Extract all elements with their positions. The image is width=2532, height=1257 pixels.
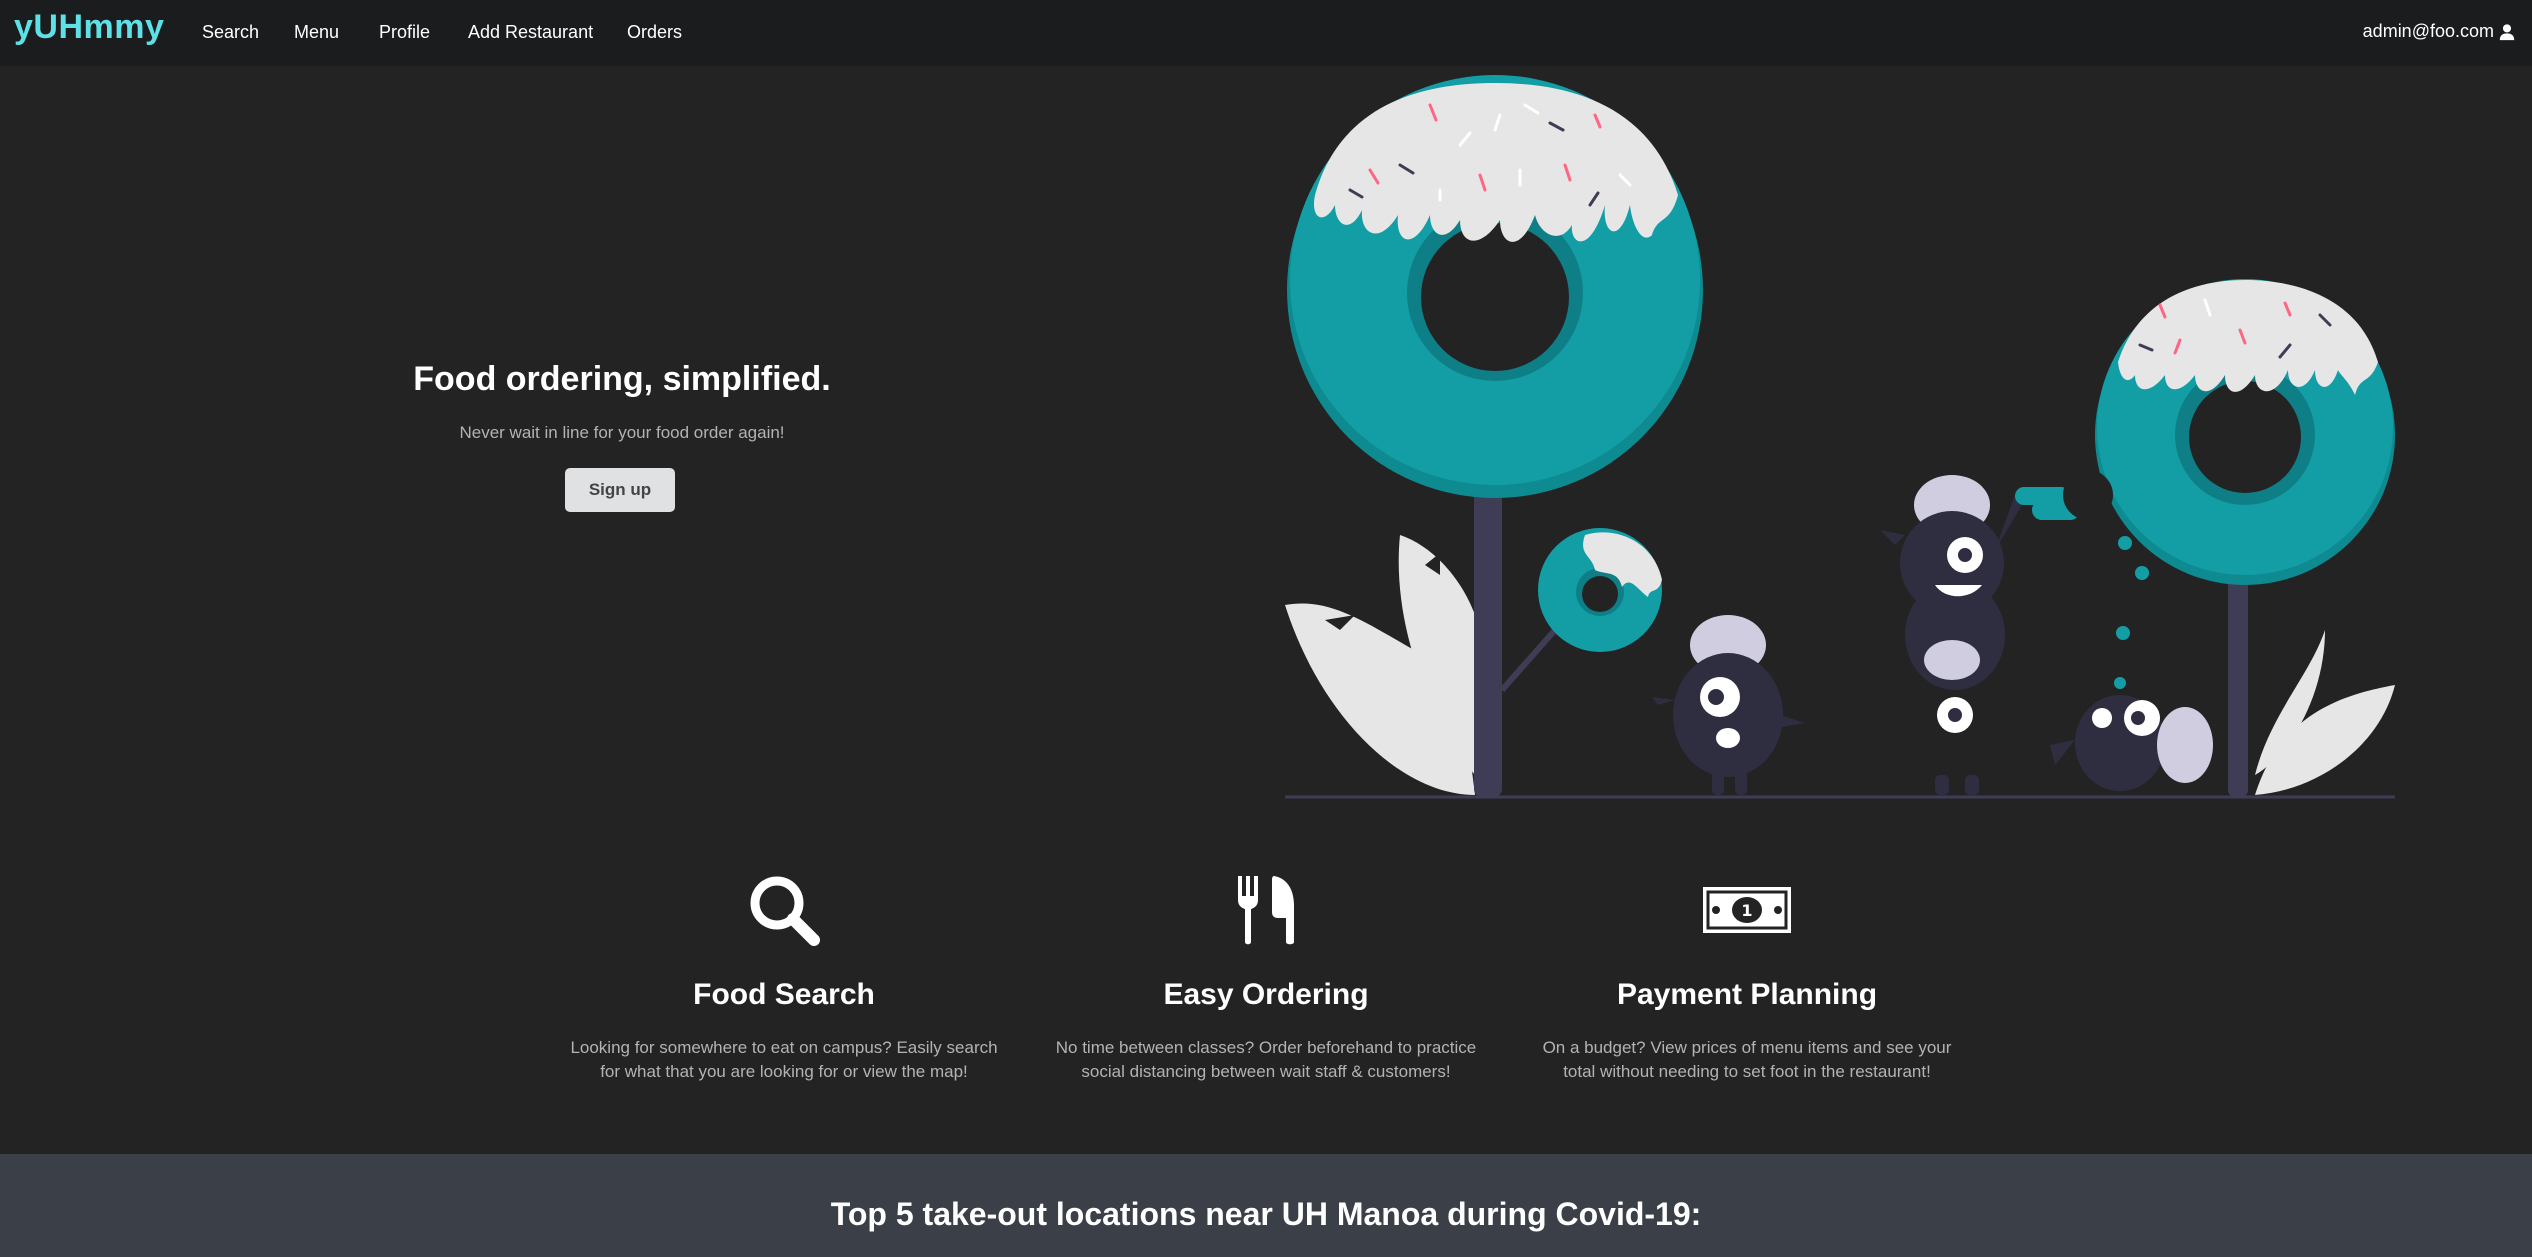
svg-text:1: 1	[1741, 901, 1752, 920]
feature-description: On a budget? View prices of menu items a…	[1542, 1038, 1952, 1081]
user-email: admin@foo.com	[2362, 21, 2494, 41]
brand-logo[interactable]: yUHmmy	[14, 8, 164, 47]
feature-description: No time between classes? Order beforehan…	[1055, 1038, 1477, 1081]
nav-search[interactable]: Search	[202, 22, 259, 43]
hero: Food ordering, simplified. Never wait in…	[322, 360, 922, 443]
money-bill-icon: 1	[1703, 887, 1791, 933]
feature-payment-planning: 1 Payment Planning On a budget? View pri…	[1522, 870, 1972, 1084]
feature-title: Payment Planning	[1616, 978, 1878, 1011]
feature-easy-ordering: Easy Ordering No time between classes? O…	[1041, 870, 1491, 1084]
top-locations-section: Top 5 take-out locations near UH Manoa d…	[0, 1154, 2532, 1257]
feature-description: Looking for somewhere to eat on campus? …	[570, 1038, 998, 1081]
nav-menu[interactable]: Menu	[294, 22, 339, 43]
donut-monsters-illustration	[1285, 75, 2395, 799]
feature-food-search: Food Search Looking for somewhere to eat…	[559, 870, 1009, 1084]
feature-title: Food Search	[693, 978, 875, 1011]
user-icon	[2499, 23, 2515, 40]
nav-orders[interactable]: Orders	[627, 22, 682, 43]
hero-title: Food ordering, simplified.	[413, 360, 831, 398]
search-icon	[750, 876, 820, 946]
utensils-icon	[1238, 876, 1294, 945]
hero-subtitle: Never wait in line for your food order a…	[459, 423, 785, 442]
nav-profile[interactable]: Profile	[379, 22, 430, 43]
nav-add-restaurant[interactable]: Add Restaurant	[468, 22, 593, 43]
user-menu[interactable]: admin@foo.com	[2363, 21, 2516, 42]
signup-button[interactable]: Sign up	[565, 468, 675, 512]
top-navbar: yUHmmy Search Menu Profile Add Restauran…	[0, 0, 2532, 66]
section-title: Top 5 take-out locations near UH Manoa d…	[830, 1196, 1702, 1232]
feature-title: Easy Ordering	[1163, 978, 1369, 1011]
